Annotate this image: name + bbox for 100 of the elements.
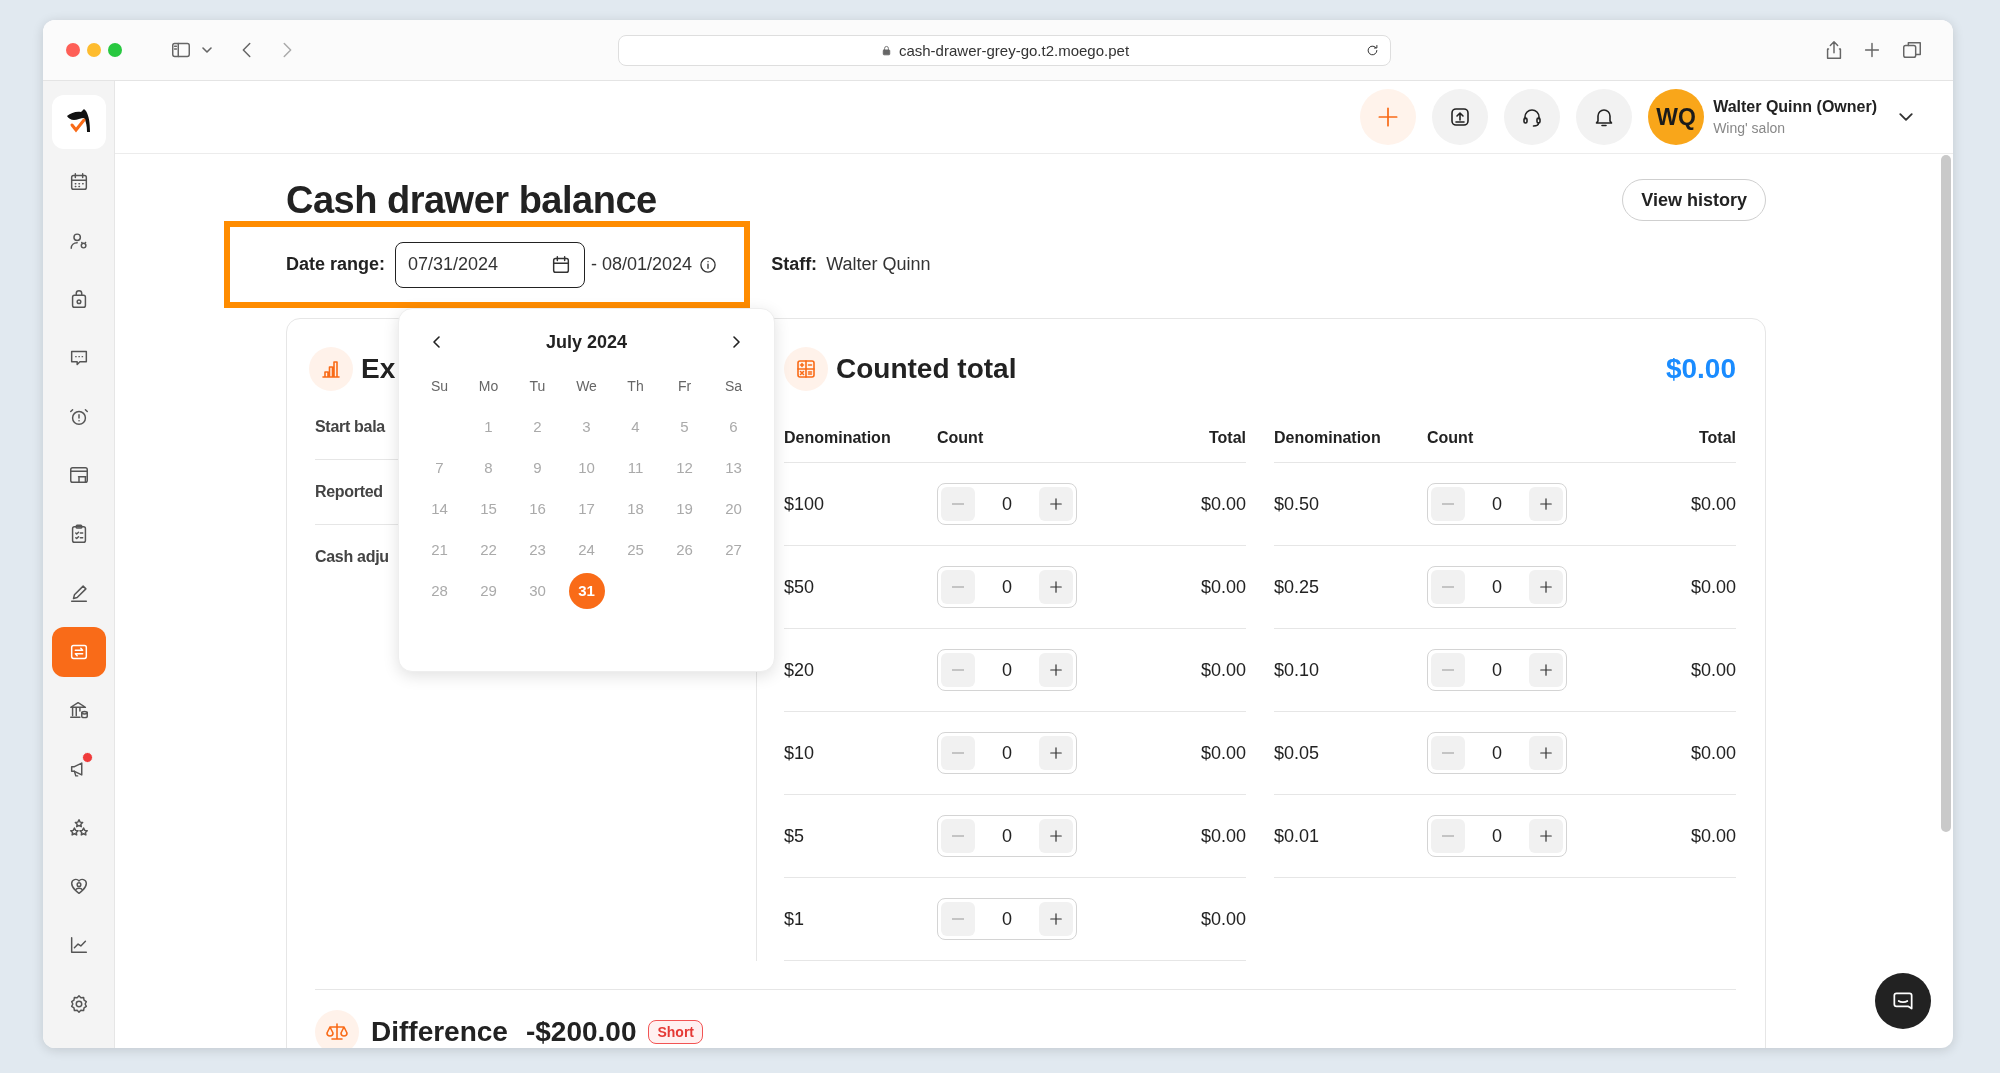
minus-icon [952,503,964,505]
denomination-text: $10 [784,742,816,764]
count-value[interactable]: 0 [1465,742,1529,764]
plus-icon [1537,827,1555,845]
previous-month-icon [433,336,440,348]
count-value[interactable]: 0 [1465,825,1529,847]
calendar-day[interactable]: 17 [568,490,605,527]
business-name: Wing' salon [1713,120,1787,136]
calendar-day[interactable]: 5 [666,408,703,445]
increment-button[interactable] [1039,902,1073,936]
info-icon [698,254,719,275]
count-value[interactable]: 0 [975,493,1039,515]
count-value[interactable]: 0 [1465,493,1529,515]
calendar-day[interactable]: 1 [470,408,507,445]
weekday-label: Th [626,376,645,396]
calendar-day[interactable]: 16 [519,490,556,527]
calendar-day[interactable]: 29 [470,572,507,609]
calendar-day[interactable]: 20 [715,490,752,527]
minus-icon [1442,835,1454,837]
calendar-day[interactable]: 8 [470,449,507,486]
plus-icon [1047,661,1065,679]
row-label: Reported [315,483,383,501]
calendar-day[interactable]: 3 [568,408,605,445]
weekday-label: Sa [723,376,744,396]
scrollbar[interactable] [1941,155,1951,832]
weekday-label: We [575,376,598,396]
calendar-day[interactable]: 6 [715,408,752,445]
calendar-day[interactable]: 9 [519,449,556,486]
minimize-button[interactable] [87,43,101,57]
row-label: Cash adju [315,548,389,566]
minus-icon [952,669,964,671]
chat-button[interactable] [1875,973,1931,1029]
increment-button[interactable] [1529,487,1563,521]
app-logo[interactable] [51,95,106,149]
staff-label: Staff: [771,254,818,275]
calendar-day[interactable]: 30 [519,572,556,609]
view-history-button[interactable]: View history [1622,179,1766,221]
increment-button[interactable] [1039,487,1073,521]
calendar-day[interactable]: 31 [568,572,605,609]
calendar-day[interactable]: 22 [470,531,507,568]
minus-icon [952,918,964,920]
count-value[interactable]: 0 [1465,576,1529,598]
column-header: Total [1208,428,1246,447]
address-bar[interactable]: cash-drawer-grey-go.t2.moego.pet [618,34,1391,66]
section-title: Counted total [836,353,1017,385]
calendar-day[interactable]: 7 [421,449,458,486]
count-value[interactable]: 0 [975,659,1039,681]
calendar-day[interactable]: 4 [617,408,654,445]
calendar-day[interactable]: 10 [568,449,605,486]
date-field[interactable]: 07/31/2024 [395,241,586,288]
count-value[interactable]: 0 [975,576,1039,598]
plus-icon [1047,495,1065,513]
increment-button[interactable] [1529,653,1563,687]
calendar-day[interactable]: 19 [666,490,703,527]
count-value[interactable]: 0 [1465,659,1529,681]
weekday-label: Tu [528,376,547,396]
column-header: Denomination [1274,428,1382,447]
plus-icon [1537,661,1555,679]
increment-button[interactable] [1039,653,1073,687]
plus-icon [1537,495,1555,513]
user-name: Walter Quinn (Owner) [1713,98,1877,116]
minus-icon [952,752,964,754]
count-value[interactable]: 0 [975,908,1039,930]
calendar-day[interactable]: 26 [666,531,703,568]
calendar-day[interactable]: 21 [421,531,458,568]
increment-button[interactable] [1529,819,1563,853]
calendar-day[interactable]: 13 [715,449,752,486]
amount-text: $0.00 [1690,576,1736,598]
increment-button[interactable] [1529,570,1563,604]
increment-button[interactable] [1039,819,1073,853]
denomination-text: $5 [784,825,806,847]
calendar-day[interactable]: 2 [519,408,556,445]
calendar-day[interactable]: 15 [470,490,507,527]
calendar-day[interactable]: 18 [617,490,654,527]
calendar-day[interactable]: 11 [617,449,654,486]
denomination-text: $0.05 [1274,742,1321,764]
denomination-text: $50 [784,576,816,598]
nav-button[interactable] [51,626,106,677]
calendar-day[interactable]: 27 [715,531,752,568]
calendar-day[interactable]: 24 [568,531,605,568]
increment-button[interactable] [1039,736,1073,770]
calendar-day[interactable]: 23 [519,531,556,568]
minus-icon [1442,669,1454,671]
maximize-button[interactable] [108,43,122,57]
close-button[interactable] [66,43,80,57]
calendar-day[interactable]: 14 [421,490,458,527]
counted-total-amount: $0.00 [1665,353,1736,385]
minus-icon [952,835,964,837]
increment-button[interactable] [1529,736,1563,770]
count-value[interactable]: 0 [975,742,1039,764]
minus-icon [1442,752,1454,754]
calendar-day[interactable]: 12 [666,449,703,486]
calendar-day[interactable]: 28 [421,572,458,609]
reload-icon [1365,42,1380,58]
increment-button[interactable] [1039,570,1073,604]
plus-icon [1047,578,1065,596]
calendar-day[interactable]: 25 [617,531,654,568]
stars-icon [67,816,90,839]
user-avatar[interactable]: WQ [1648,89,1705,145]
count-value[interactable]: 0 [975,825,1039,847]
